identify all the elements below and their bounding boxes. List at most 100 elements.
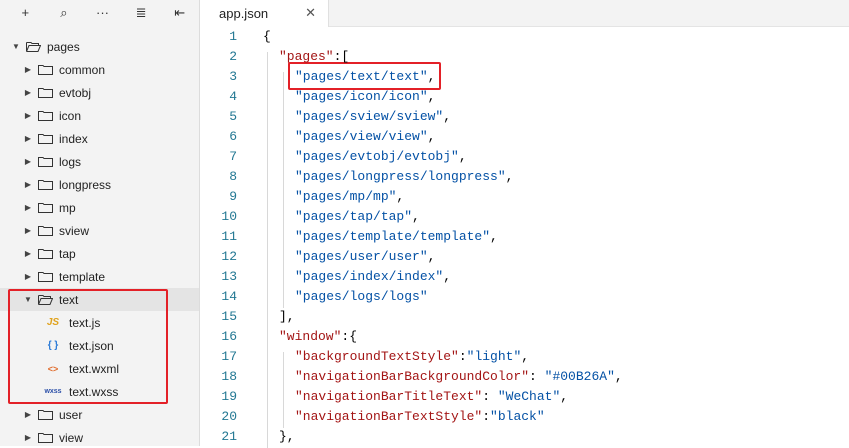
chevron-right-icon[interactable]: ▶ — [22, 249, 34, 258]
tree-item-view[interactable]: ▶ view — [0, 426, 199, 446]
punctuation-token: :[ — [333, 49, 350, 64]
key-token: "navigationBarBackgroundColor" — [295, 369, 530, 384]
punctuation-token: , — [505, 169, 514, 184]
tree-item-template[interactable]: ▶ template — [0, 265, 199, 288]
punctuation-token: , — [412, 209, 420, 224]
code-line[interactable]: 12 "pages/user/user", — [200, 247, 849, 267]
code-line[interactable]: 7 "pages/evtobj/evtobj", — [200, 147, 849, 167]
tree-item-index[interactable]: ▶ index — [0, 127, 199, 150]
code-line[interactable]: 11 "pages/template/template", — [200, 227, 849, 247]
code-line[interactable]: 21}, — [200, 427, 849, 447]
line-number: 16 — [221, 329, 237, 344]
collapse-icon[interactable]: ⇤ — [160, 0, 199, 25]
tree-item-longpress[interactable]: ▶ longpress — [0, 173, 199, 196]
code-line[interactable]: 6 "pages/view/view", — [200, 127, 849, 147]
tree-item-label: longpress — [59, 177, 112, 192]
tree-item-logs[interactable]: ▶ logs — [0, 150, 199, 173]
punctuation-token: ], — [279, 309, 295, 324]
code-line[interactable]: 16 "window":{ — [200, 327, 849, 347]
tree-item-icon[interactable]: ▶ icon — [0, 104, 199, 127]
code-text: "pages/template/template", — [295, 227, 498, 247]
line-number: 10 — [221, 209, 237, 224]
code-line[interactable]: 5 "pages/sview/sview", — [200, 107, 849, 127]
chevron-right-icon[interactable]: ▶ — [22, 272, 34, 281]
string-token: "light" — [466, 349, 522, 364]
code-line[interactable]: 10 "pages/tap/tap", — [200, 207, 849, 227]
sort-icon[interactable]: ≣ — [122, 0, 161, 25]
code-line[interactable]: 3 "pages/text/text", — [200, 67, 849, 87]
code-text: }, — [279, 427, 295, 447]
line-number: 19 — [221, 389, 237, 404]
code-line[interactable]: 15], — [200, 307, 849, 327]
chevron-right-icon[interactable]: ▶ — [22, 433, 34, 442]
tree-item-user[interactable]: ▶ user — [0, 403, 199, 426]
line-number: 6 — [229, 129, 237, 144]
tree-item-pages[interactable]: ▼ pages — [0, 35, 199, 58]
tab-app-json[interactable]: app.json ✕ — [200, 0, 329, 27]
string-token: "pages/longpress/longpress" — [295, 169, 506, 184]
punctuation-token: :{ — [341, 329, 358, 344]
string-token: "WeChat" — [497, 389, 561, 404]
line-number: 2 — [229, 49, 237, 64]
chevron-right-icon[interactable]: ▶ — [22, 180, 34, 189]
tree-item-label: evtobj — [59, 85, 92, 100]
string-token: "pages/sview/sview" — [295, 109, 444, 124]
chevron-right-icon[interactable]: ▶ — [22, 88, 34, 97]
string-token: "pages/logs/logs" — [295, 289, 428, 304]
string-token: "pages/user/user" — [295, 249, 428, 264]
tree-item-sview[interactable]: ▶ sview — [0, 219, 199, 242]
code-line[interactable]: 13 "pages/index/index", — [200, 267, 849, 287]
code-text: ], — [279, 307, 295, 327]
code-text: "pages/tap/tap", — [295, 207, 420, 227]
line-number: 7 — [229, 149, 237, 164]
code-line[interactable]: 19 "navigationBarTitleText": "WeChat", — [200, 387, 849, 407]
chevron-right-icon[interactable]: ▶ — [22, 65, 34, 74]
punctuation-token: , — [560, 389, 569, 404]
plus-icon[interactable]: + — [6, 0, 45, 25]
line-number: 13 — [221, 269, 237, 284]
punctuation-token: : — [529, 369, 545, 384]
tree-item-mp[interactable]: ▶ mp — [0, 196, 199, 219]
tree-item-common[interactable]: ▶ common — [0, 58, 199, 81]
punctuation-token: , — [443, 269, 452, 284]
string-token: "pages/template/template" — [295, 229, 491, 244]
string-token: "pages/index/index" — [295, 269, 444, 284]
code-line[interactable]: 18 "navigationBarBackgroundColor": "#00B2… — [200, 367, 849, 387]
code-line[interactable]: 8 "pages/longpress/longpress", — [200, 167, 849, 187]
punctuation-token: : — [482, 389, 498, 404]
code-line[interactable]: 2 "pages":[ — [200, 47, 849, 67]
chevron-right-icon[interactable]: ▶ — [22, 134, 34, 143]
line-number: 4 — [229, 89, 237, 104]
code-text: "pages/sview/sview", — [295, 107, 451, 127]
more-icon[interactable]: ··· — [83, 0, 122, 25]
punctuation-token: , — [458, 149, 467, 164]
close-icon[interactable]: ✕ — [305, 5, 316, 21]
line-number: 8 — [229, 169, 237, 184]
tree-item-tap[interactable]: ▶ tap — [0, 242, 199, 265]
code-line[interactable]: 17 "backgroundTextStyle":"light", — [200, 347, 849, 367]
code-text: "pages":[ — [279, 47, 349, 67]
chevron-down-icon[interactable]: ▼ — [10, 42, 22, 51]
code-editor[interactable]: 1{2 "pages":[3 "pages/text/text", 4 "pages/i… — [200, 27, 849, 448]
punctuation-token: , — [614, 369, 623, 384]
code-line[interactable]: 4 "pages/icon/icon", — [200, 87, 849, 107]
key-token: "backgroundTextStyle" — [295, 349, 459, 364]
highlight-box-text-folder — [8, 289, 168, 404]
editor-tab-bar: app.json ✕ — [200, 0, 849, 27]
code-line[interactable]: 1{ — [200, 27, 849, 47]
tree-item-evtobj[interactable]: ▶ evtobj — [0, 81, 199, 104]
folder-icon — [38, 271, 53, 282]
folder-icon — [38, 133, 53, 144]
chevron-right-icon[interactable]: ▶ — [22, 111, 34, 120]
code-line[interactable]: 14 "pages/logs/logs" — [200, 287, 849, 307]
string-token: "pages/text/text" — [295, 69, 428, 84]
chevron-right-icon[interactable]: ▶ — [22, 226, 34, 235]
code-line[interactable]: 9 "pages/mp/mp", — [200, 187, 849, 207]
key-token: "navigationBarTitleText" — [295, 389, 483, 404]
search-icon[interactable]: ⌕ — [45, 0, 84, 25]
chevron-right-icon[interactable]: ▶ — [22, 410, 34, 419]
chevron-right-icon[interactable]: ▶ — [22, 157, 34, 166]
code-line[interactable]: 20 "navigationBarTextStyle":"black" — [200, 407, 849, 427]
tree-item-label: mp — [59, 200, 76, 215]
chevron-right-icon[interactable]: ▶ — [22, 203, 34, 212]
